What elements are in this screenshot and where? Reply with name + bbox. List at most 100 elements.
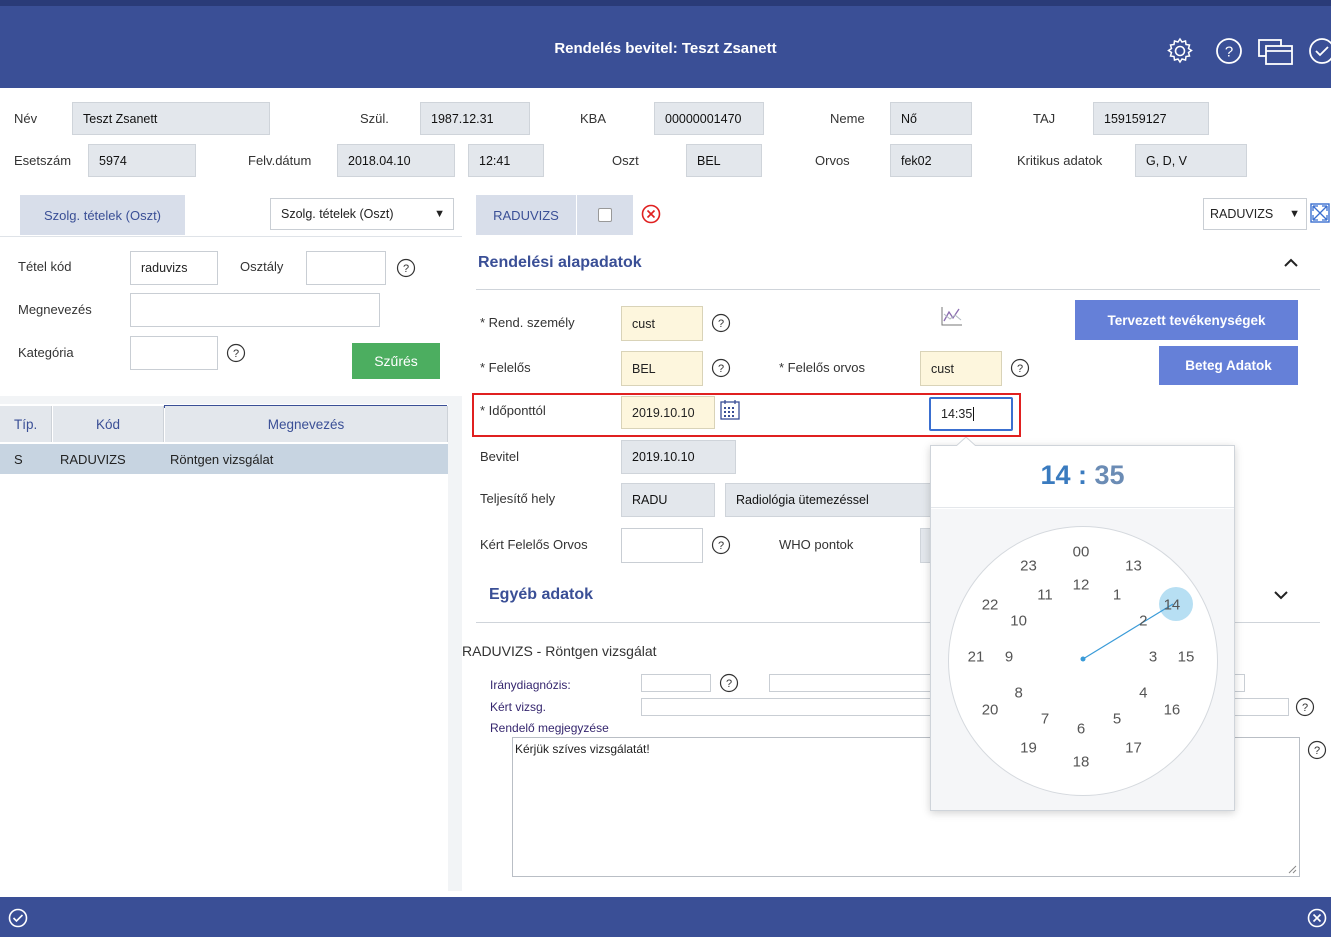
clock-hour-outer-14[interactable]: 14	[1160, 596, 1184, 613]
clock-hour-outer-21[interactable]: 21	[964, 649, 988, 666]
time-picker-minute[interactable]: 35	[1095, 460, 1125, 490]
column-header-kod[interactable]: Kód	[53, 406, 164, 442]
osztaly-help-icon[interactable]: ?	[396, 258, 416, 278]
clock-hour-outer-13[interactable]: 13	[1122, 558, 1146, 575]
bottom-close-icon[interactable]	[1307, 908, 1327, 928]
clock-hour-inner-1[interactable]: 1	[1105, 586, 1129, 603]
tab-checkbox[interactable]	[598, 208, 612, 222]
close-tab-icon[interactable]	[641, 204, 661, 224]
rend-szemely-help-icon[interactable]: ?	[711, 313, 731, 333]
nev-label: Név	[14, 111, 38, 126]
column-header-tip[interactable]: Típ.	[0, 406, 52, 442]
clock-hour-inner-2[interactable]: 2	[1131, 613, 1155, 630]
row-megnevezes: Röntgen vizsgálat	[170, 451, 274, 467]
section-egyeb-adatok[interactable]: Egyéb adatok	[489, 586, 593, 604]
calendar-icon[interactable]	[719, 399, 741, 421]
felelos-input[interactable]: BEL	[621, 351, 703, 386]
kritikus-field: G, D, V	[1135, 144, 1247, 177]
clock-hour-inner-7[interactable]: 7	[1033, 711, 1057, 728]
popup-arrow	[955, 437, 977, 447]
rend-szemely-label: * Rend. személy	[480, 315, 575, 330]
megjegyzes-text: Kérjük szíves vizsgálatát!	[515, 742, 650, 756]
svg-text:?: ?	[403, 263, 409, 275]
clock-hour-outer-19[interactable]: 19	[1017, 739, 1041, 756]
left-list-select-value: Szolg. tételek (Oszt)	[281, 207, 394, 221]
time-picker-separator: :	[1078, 460, 1087, 490]
clock-hour-inner-11[interactable]: 11	[1033, 586, 1057, 603]
chevron-up-icon[interactable]	[1282, 256, 1300, 270]
tab-szolg-tetelek[interactable]: Szolg. tételek (Oszt)	[20, 195, 185, 235]
oszt-label: Oszt	[612, 153, 639, 168]
gear-icon[interactable]	[1165, 36, 1195, 66]
clock-hour-outer-00[interactable]: 00	[1069, 544, 1093, 561]
resize-grip-icon[interactable]	[1287, 864, 1297, 874]
szul-label: Szül.	[360, 111, 389, 126]
tab-raduvizs[interactable]: RADUVIZS	[476, 195, 576, 235]
svg-text:?: ?	[718, 363, 724, 375]
felelos-orvos-input[interactable]: cust	[920, 351, 1002, 386]
idopont-date-input[interactable]: 2019.10.10	[621, 396, 715, 429]
iranydiagnozis-code-input[interactable]	[641, 674, 711, 692]
tervezett-tevekenysegek-button[interactable]: Tervezett tevékenységek	[1075, 300, 1298, 340]
section-rendelesi-alapadatok[interactable]: Rendelési alapadatok	[478, 254, 642, 272]
clock-hour-outer-16[interactable]: 16	[1160, 701, 1184, 718]
kba-label: KBA	[580, 111, 607, 126]
megnevezes-input[interactable]	[130, 293, 380, 327]
clock-hour-outer-15[interactable]: 15	[1174, 649, 1198, 666]
idopont-time-input[interactable]: 14:35	[929, 397, 1013, 431]
felelos-label: * Felelős	[480, 360, 531, 375]
help-icon[interactable]: ?	[1214, 36, 1244, 66]
neme-label: Neme	[830, 111, 865, 126]
expand-icon[interactable]	[1310, 203, 1330, 223]
nev-field: Teszt Zsanett	[72, 102, 270, 135]
clock-hour-outer-17[interactable]: 17	[1122, 739, 1146, 756]
clock-hour-outer-20[interactable]: 20	[978, 701, 1002, 718]
clock-hour-inner-3[interactable]: 3	[1141, 649, 1165, 666]
chevron-down-icon[interactable]	[1272, 588, 1290, 602]
kategoria-help-icon[interactable]: ?	[226, 343, 246, 363]
orvos-field: fek02	[890, 144, 972, 177]
svg-text:?: ?	[1017, 363, 1023, 375]
kategoria-input[interactable]	[130, 336, 218, 370]
beteg-adatok-button[interactable]: Beteg Adatok	[1159, 346, 1298, 385]
tetel-kod-input[interactable]: raduvizs	[130, 251, 218, 285]
felelos-help-icon[interactable]: ?	[711, 358, 731, 378]
osztaly-input[interactable]	[306, 251, 386, 285]
clock-hour-outer-23[interactable]: 23	[1017, 558, 1041, 575]
clock-hour-inner-6[interactable]: 6	[1069, 721, 1093, 738]
column-header-megnevezes[interactable]: Megnevezés	[165, 406, 448, 442]
clock-hour-inner-8[interactable]: 8	[1007, 685, 1031, 702]
left-list-select[interactable]: Szolg. tételek (Oszt) ▼	[270, 198, 454, 230]
kert-orvos-help-icon[interactable]: ?	[711, 535, 731, 555]
kba-field: 00000001470	[654, 102, 764, 135]
megjegyzes-help-icon[interactable]: ?	[1307, 740, 1327, 760]
clock-hour-inner-9[interactable]: 9	[997, 649, 1021, 666]
orvos-label: Orvos	[815, 153, 850, 168]
kert-vizsg-help-icon[interactable]: ?	[1295, 697, 1315, 717]
rend-szemely-input[interactable]: cust	[621, 306, 703, 341]
right-item-select-value: RADUVIZS	[1210, 207, 1274, 221]
title-bar: Rendelés bevitel: Teszt Zsanett ?	[0, 0, 1331, 88]
felelos-orvos-help-icon[interactable]: ?	[1010, 358, 1030, 378]
teljesito-label: Teljesítő hely	[480, 491, 556, 506]
kert-orvos-input[interactable]	[621, 528, 703, 563]
clock-hour-inner-12[interactable]: 12	[1069, 577, 1093, 594]
clock-hour-inner-10[interactable]: 10	[1007, 613, 1031, 630]
right-item-select[interactable]: RADUVIZS ▼	[1203, 198, 1307, 230]
confirm-icon[interactable]	[1307, 36, 1331, 66]
osztaly-label: Osztály	[240, 259, 284, 274]
clock-hour-outer-22[interactable]: 22	[978, 596, 1002, 613]
clock-hour-outer-18[interactable]: 18	[1069, 754, 1093, 771]
bevitel-label: Bevitel	[480, 449, 520, 464]
felv-datum-label: Felv.dátum	[248, 153, 312, 168]
time-picker-hour[interactable]: 14	[1040, 460, 1070, 490]
clock-hour-inner-5[interactable]: 5	[1105, 711, 1129, 728]
oszt-field: BEL	[686, 144, 762, 177]
chart-icon[interactable]	[940, 305, 964, 327]
filter-button[interactable]: Szűrés	[352, 343, 440, 379]
iranydiagnozis-help-icon[interactable]: ?	[719, 673, 739, 693]
svg-text:?: ?	[233, 348, 239, 360]
bottom-confirm-icon[interactable]	[8, 908, 28, 928]
clock-hour-inner-4[interactable]: 4	[1131, 685, 1155, 702]
windows-icon[interactable]	[1256, 36, 1296, 66]
